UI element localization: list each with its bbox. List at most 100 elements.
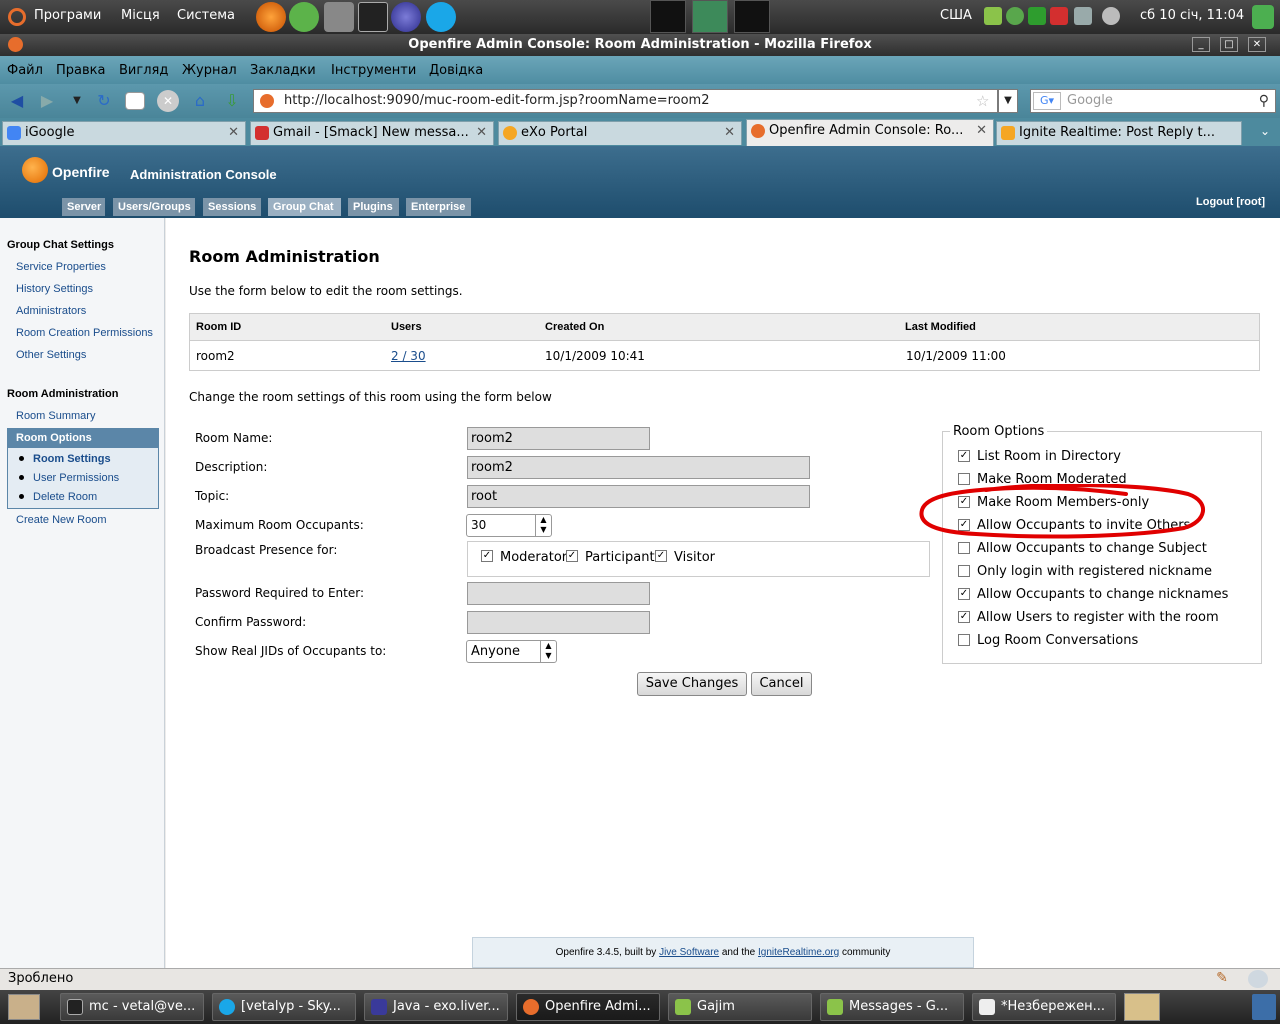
igniterealtime-link[interactable]: IgniteRealtime.org <box>758 947 839 958</box>
confirm-password-field[interactable] <box>467 611 650 634</box>
firefox-launcher-icon[interactable] <box>256 2 286 32</box>
search-input[interactable]: G▾ Google ⚲ <box>1030 89 1276 113</box>
sidebar-item-room-settings[interactable]: Room Settings <box>33 453 111 465</box>
applications-menu[interactable]: Програми <box>34 8 101 23</box>
sidebar-item-room-summary[interactable]: Room Summary <box>16 410 95 422</box>
show-desktop-icon[interactable] <box>8 994 40 1020</box>
home-icon[interactable]: ⌂ <box>189 90 211 112</box>
moderator-checkbox[interactable]: ✓ <box>481 550 493 562</box>
sidebar-item-history-settings[interactable]: History Settings <box>16 283 93 295</box>
system-menu[interactable]: Система <box>177 8 235 23</box>
cell-users-link[interactable]: 2 / 30 <box>391 349 426 363</box>
sidebar-item-service-properties[interactable]: Service Properties <box>16 261 106 273</box>
gajim-tray-icon[interactable] <box>984 7 1002 25</box>
minimize-button[interactable]: _ <box>1192 37 1210 52</box>
menu-tools[interactable]: Інструменти <box>331 63 416 78</box>
terminal-launcher-icon[interactable] <box>358 2 388 32</box>
show-jids-select[interactable]: Anyone ▲ ▼ <box>466 640 557 663</box>
close-tab-icon[interactable]: ✕ <box>976 120 987 142</box>
tab-gmail[interactable]: Gmail - [Smack] New messa... ✕ <box>250 121 494 145</box>
taskbar-item-gajim[interactable]: Gajim <box>668 993 812 1021</box>
new-bookmark-icon[interactable] <box>125 92 145 110</box>
room-option-checkbox[interactable]: ✓ <box>958 450 970 462</box>
volume-icon[interactable] <box>1102 7 1120 25</box>
menu-history[interactable]: Журнал <box>182 63 237 78</box>
history-dropdown-icon[interactable]: ▼ <box>66 90 88 112</box>
shutdown-icon[interactable] <box>1252 5 1274 29</box>
reload-icon[interactable]: ↻ <box>93 90 115 112</box>
close-tab-icon[interactable]: ✕ <box>228 122 239 144</box>
forward-icon[interactable]: ▶ <box>36 90 58 112</box>
tab-openfire[interactable]: Openfire Admin Console: Ro... ✕ <box>746 119 994 146</box>
jive-software-link[interactable]: Jive Software <box>659 947 719 958</box>
menu-file[interactable]: Файл <box>7 63 43 78</box>
addon-status-icon[interactable]: ✎ <box>1212 970 1232 988</box>
bookmark-star-icon[interactable]: ☆ <box>976 90 989 112</box>
network-launcher-icon[interactable] <box>324 2 354 32</box>
nav-tab-users-groups[interactable]: Users/Groups <box>113 198 195 216</box>
save-changes-button[interactable]: Save Changes <box>637 672 747 696</box>
utorrent-launcher-icon[interactable] <box>289 2 319 32</box>
taskbar-item-skype[interactable]: [vetalyp - Sky... <box>212 993 356 1021</box>
taskbar-item-unsaved[interactable]: *Незбережен... <box>972 993 1116 1021</box>
stop-icon[interactable]: ✕ <box>157 90 179 112</box>
password-field[interactable] <box>467 582 650 605</box>
menu-bookmarks[interactable]: Закладки <box>250 63 316 78</box>
skype-tray-icon[interactable] <box>1006 7 1024 25</box>
sidebar-item-create-new-room[interactable]: Create New Room <box>16 514 106 526</box>
sidebar-item-room-creation-permissions[interactable]: Room Creation Permissions <box>16 327 153 339</box>
room-option-checkbox[interactable] <box>958 565 970 577</box>
nav-tab-plugins[interactable]: Plugins <box>348 198 399 216</box>
spin-arrows-icon[interactable]: ▲ ▼ <box>535 515 551 536</box>
firebug-status-icon[interactable] <box>1248 970 1268 988</box>
sidebar-item-other-settings[interactable]: Other Settings <box>16 349 86 361</box>
room-option-checkbox[interactable] <box>958 634 970 646</box>
nav-tab-group-chat[interactable]: Group Chat <box>268 198 341 216</box>
workspace-1[interactable] <box>650 0 686 33</box>
ubuntu-logo-icon[interactable] <box>8 8 26 26</box>
nav-tab-server[interactable]: Server <box>62 198 105 216</box>
close-tab-icon[interactable]: ✕ <box>476 122 487 144</box>
clock[interactable]: сб 10 січ, 11:04 <box>1140 8 1244 23</box>
taskbar-item-mc[interactable]: mc - vetal@ve... <box>60 993 204 1021</box>
description-field[interactable]: room2 <box>467 456 810 479</box>
h-tray-icon[interactable] <box>1028 7 1046 25</box>
google-engine-icon[interactable]: G▾ <box>1033 92 1061 110</box>
workspace-2[interactable] <box>692 0 728 33</box>
sidebar-item-room-options[interactable]: Room Options <box>8 429 158 448</box>
places-menu[interactable]: Місця <box>121 8 160 23</box>
max-occupants-select[interactable]: 30 ▲ ▼ <box>466 514 552 537</box>
sidebar-item-user-permissions[interactable]: User Permissions <box>33 472 119 484</box>
room-option-checkbox[interactable]: ✓ <box>958 611 970 623</box>
close-tab-icon[interactable]: ✕ <box>724 122 735 144</box>
taskbar-item-openfire[interactable]: Openfire Admi... <box>516 993 660 1021</box>
menu-view[interactable]: Вигляд <box>119 63 168 78</box>
firefox-taskbar-icon[interactable] <box>1124 993 1160 1021</box>
network-tray-icon[interactable] <box>1074 7 1092 25</box>
download-tray-icon[interactable] <box>1050 7 1068 25</box>
skype-launcher-icon[interactable] <box>426 2 456 32</box>
menu-edit[interactable]: Правка <box>56 63 105 78</box>
room-option-checkbox[interactable] <box>958 542 970 554</box>
back-icon[interactable]: ◀ <box>6 90 28 112</box>
tab-exo[interactable]: eXo Portal ✕ <box>498 121 742 145</box>
sidebar-item-delete-room[interactable]: Delete Room <box>33 491 97 503</box>
cancel-button[interactable]: Cancel <box>751 672 812 696</box>
visitor-checkbox[interactable]: ✓ <box>655 550 667 562</box>
tab-list-icon[interactable]: ⌄ <box>1260 124 1270 138</box>
search-icon[interactable]: ⚲ <box>1259 90 1269 112</box>
taskbar-item-messages[interactable]: Messages - G... <box>820 993 964 1021</box>
tab-igoogle[interactable]: iGoogle ✕ <box>2 121 246 145</box>
trash-icon[interactable] <box>1252 994 1276 1020</box>
room-name-field[interactable]: room2 <box>467 427 650 450</box>
tab-ignite[interactable]: Ignite Realtime: Post Reply t... <box>996 121 1242 145</box>
topic-field[interactable]: root <box>467 485 810 508</box>
taskbar-item-java[interactable]: Java - exo.liver... <box>364 993 508 1021</box>
nav-tab-sessions[interactable]: Sessions <box>203 198 261 216</box>
room-option-checkbox[interactable]: ✓ <box>958 588 970 600</box>
participant-checkbox[interactable]: ✓ <box>566 550 578 562</box>
keyboard-layout[interactable]: США <box>940 8 972 23</box>
close-window-button[interactable]: ✕ <box>1248 37 1266 52</box>
nav-tab-enterprise[interactable]: Enterprise <box>406 198 471 216</box>
url-dropdown-icon[interactable]: ▼ <box>998 89 1018 113</box>
